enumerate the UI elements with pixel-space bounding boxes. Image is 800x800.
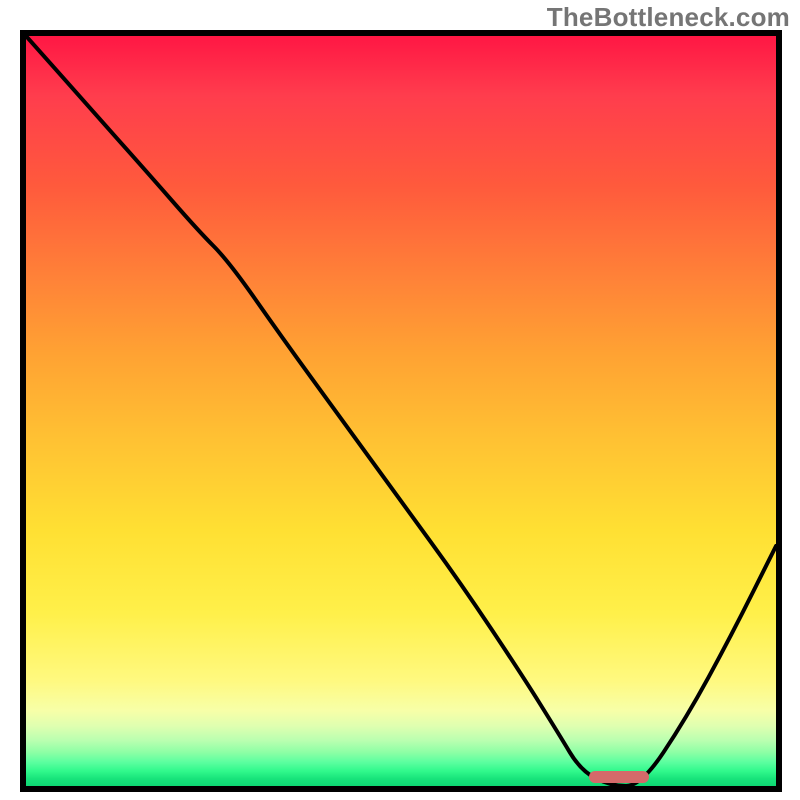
bottleneck-curve [26, 36, 776, 786]
watermark-text: TheBottleneck.com [547, 2, 790, 33]
plot-area [20, 30, 782, 792]
optimal-range-marker [589, 771, 649, 783]
chart-frame: TheBottleneck.com [0, 0, 800, 800]
curve-path [26, 36, 776, 786]
